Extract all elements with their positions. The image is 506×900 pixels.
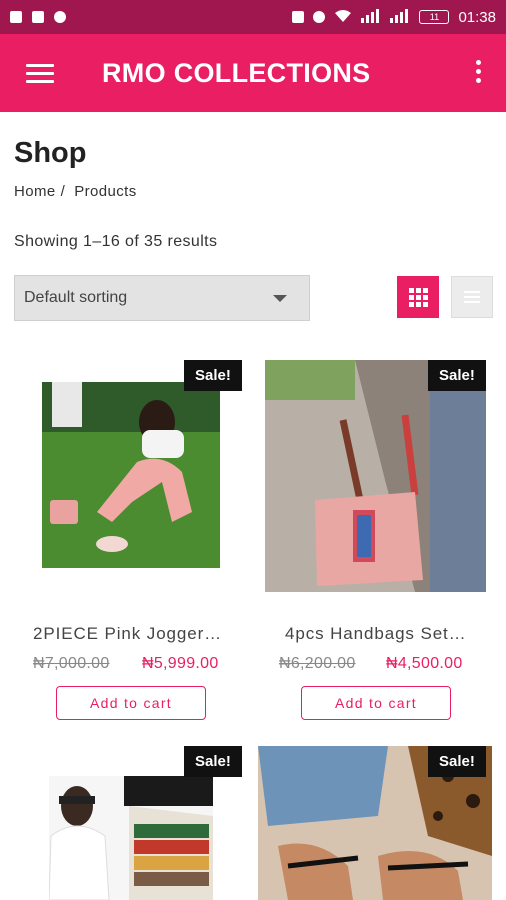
grid-view-button[interactable] xyxy=(397,276,439,318)
page-title: Shop xyxy=(14,137,87,169)
app-title: RMO COLLECTIONS xyxy=(102,58,371,88)
product-sale-price: ₦4,500.00 xyxy=(386,655,463,672)
results-count: Showing 1–16 of 35 results xyxy=(14,233,218,250)
add-to-cart-button[interactable]: Add to cart xyxy=(301,686,451,720)
nfc-icon xyxy=(292,11,305,23)
add-to-cart-button[interactable]: Add to cart xyxy=(56,686,206,720)
chevron-down-icon xyxy=(273,295,287,302)
product-old-price: ₦6,200.00 xyxy=(279,655,356,672)
product-title[interactable]: 2PIECE Pink Jogger… xyxy=(33,624,222,644)
product-image[interactable] xyxy=(265,360,486,592)
system-icons: 11 01:38 xyxy=(292,8,496,26)
more-options-icon[interactable] xyxy=(474,60,482,88)
breadcrumb-home[interactable]: Home xyxy=(14,183,56,200)
status-bar: 11 01:38 xyxy=(0,0,506,34)
sorting-select[interactable]: Default sorting xyxy=(14,275,310,321)
sorting-selected-value: Default sorting xyxy=(24,289,128,306)
signal-icon-2 xyxy=(390,8,410,26)
app-bar: RMO COLLECTIONS xyxy=(0,34,506,112)
product-old-price: ₦7,000.00 xyxy=(33,655,110,672)
sale-badge: Sale! xyxy=(428,360,486,391)
clock: 01:38 xyxy=(458,8,496,26)
wifi-icon xyxy=(334,9,352,26)
list-view-button[interactable] xyxy=(451,276,493,318)
battery-icon: 11 xyxy=(419,10,450,24)
product-image[interactable] xyxy=(49,776,213,900)
menu-icon[interactable] xyxy=(26,64,54,84)
breadcrumb: Home / Products xyxy=(14,183,137,200)
product-title[interactable]: 4pcs Handbags Set… xyxy=(285,624,467,644)
sim-notification-icon xyxy=(10,11,22,23)
image-notification-icon xyxy=(32,11,44,23)
alarm-icon xyxy=(313,11,326,23)
product-sale-price: ₦5,999.00 xyxy=(142,655,219,672)
sale-badge: Sale! xyxy=(184,360,242,391)
signal-icon xyxy=(361,8,381,26)
breadcrumb-products: Products xyxy=(74,183,137,200)
notification-icons xyxy=(10,11,66,23)
product-image[interactable] xyxy=(42,382,220,568)
record-notification-icon xyxy=(54,11,66,23)
sale-badge: Sale! xyxy=(428,746,486,777)
breadcrumb-separator: / xyxy=(60,183,66,200)
sale-badge: Sale! xyxy=(184,746,242,777)
